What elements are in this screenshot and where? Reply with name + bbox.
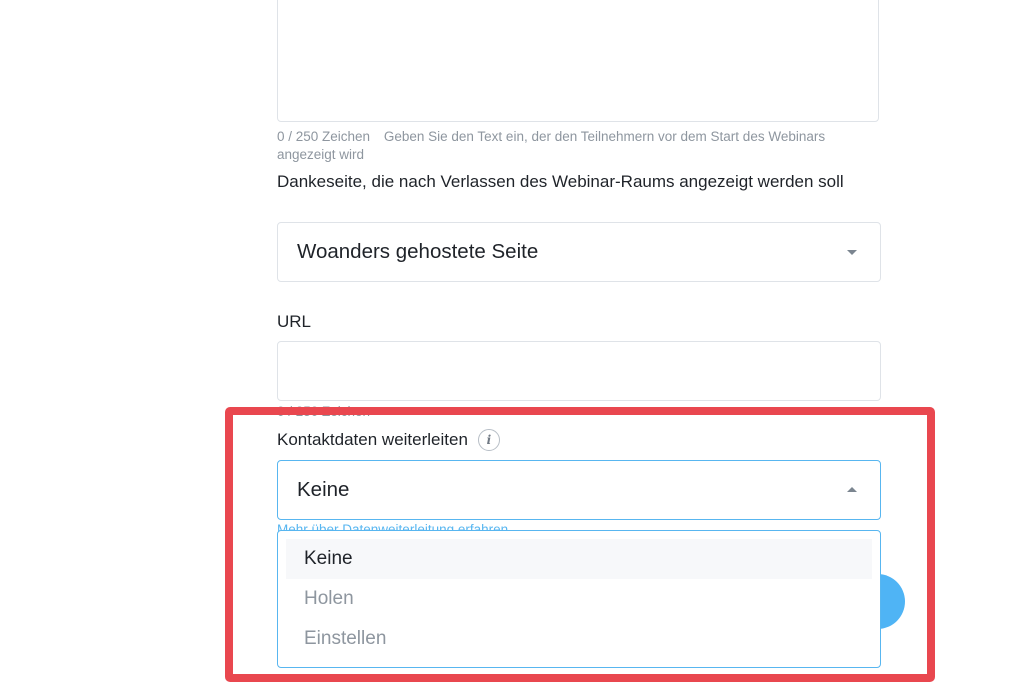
thanks-page-label: Dankeseite, die nach Verlassen des Webin… xyxy=(277,172,844,191)
welcome-text-hint: 0 / 250 Zeichen Geben Sie den Text ein, … xyxy=(277,128,857,164)
url-label: URL xyxy=(277,312,312,331)
contact-forwarding-label: Kontaktdaten weiterleiten xyxy=(277,430,468,449)
chevron-up-icon xyxy=(847,487,857,492)
thanks-page-selected-value: Woanders gehostete Seite xyxy=(297,240,539,263)
dropdown-option-keine[interactable]: Keine xyxy=(286,539,872,579)
dropdown-option-holen[interactable]: Holen xyxy=(286,579,872,619)
contact-forwarding-select[interactable]: Keine xyxy=(277,460,881,520)
chevron-down-icon xyxy=(847,250,857,255)
webinar-settings-page: 0 / 250 Zeichen Geben Sie den Text ein, … xyxy=(0,0,1024,684)
contact-forwarding-dropdown: Keine Holen Einstellen xyxy=(277,530,881,668)
dropdown-option-einstellen[interactable]: Einstellen xyxy=(286,619,872,659)
welcome-text-counter: 0 / 250 Zeichen xyxy=(277,129,371,144)
contact-forwarding-label-row: Kontaktdaten weiterleiten i xyxy=(277,429,500,451)
url-input[interactable] xyxy=(277,341,881,401)
thanks-page-select[interactable]: Woanders gehostete Seite xyxy=(277,222,881,282)
info-icon[interactable]: i xyxy=(477,429,500,451)
url-char-counter: 0 / 250 Zeichen xyxy=(277,404,371,419)
contact-forwarding-selected-value: Keine xyxy=(297,478,350,501)
welcome-text-area[interactable] xyxy=(277,0,879,122)
